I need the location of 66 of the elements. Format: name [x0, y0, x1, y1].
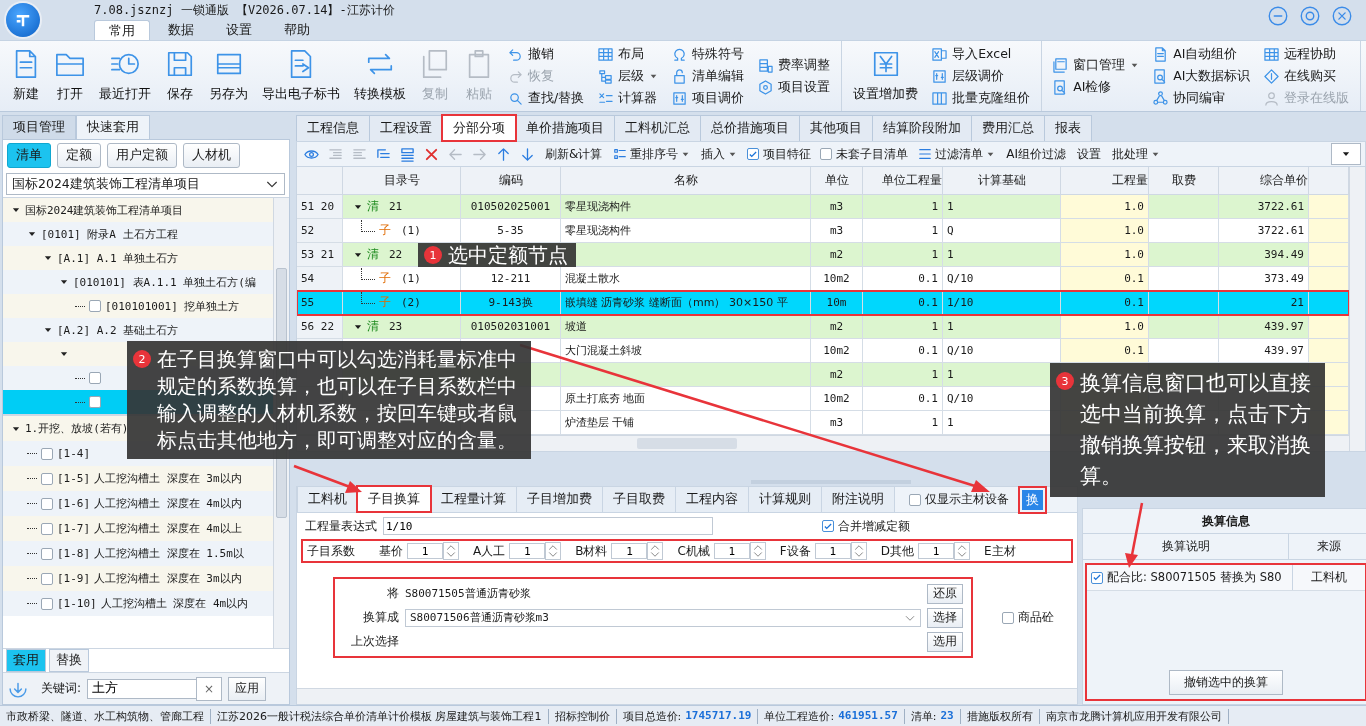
status-text: 单位工程造价: — [764, 708, 835, 724]
status-text: 市政桥梁、隧道、水工构筑物、管廊工程 — [6, 708, 204, 724]
table-cell: 嵌填缝 沥青砂浆 缝断面（mm） 30×150 平 — [561, 291, 811, 315]
table-cell: (1) — [401, 272, 421, 285]
status-text: 南京市龙腾计算机应用开发有限公司 — [1045, 708, 1222, 724]
checkbox-label: 商品砼 — [1018, 609, 1054, 626]
row-type-label: 子 — [379, 270, 391, 287]
field-label: 上次选择 — [350, 633, 399, 650]
row-type-label: 清 — [367, 198, 379, 215]
field-label: D其他 — [880, 542, 914, 560]
column-header: 来源 — [1316, 538, 1342, 555]
table-cell: 21 — [389, 200, 403, 213]
field-label: E主材 — [984, 542, 1016, 560]
status-value: 1745717.19 — [685, 708, 752, 724]
keyword-label: 关键词: — [41, 680, 82, 697]
row-type-label: 子 — [379, 222, 391, 239]
field-label: 将 — [386, 585, 399, 602]
table-cell: 配合比: S80071505 替换为 S80 — [1107, 570, 1282, 585]
table-cell: 1.0 — [1061, 315, 1149, 339]
field-label: B材料 — [575, 542, 608, 560]
table-cell: 1.0 — [1061, 219, 1149, 243]
row-number: 56 22 — [297, 315, 343, 339]
status-text: 江苏2026一般计税法综合单价清单计价模板 房屋建筑与装饰工程1 — [217, 708, 542, 724]
row-type-label: 清 — [367, 246, 379, 263]
number-badge: 2 — [133, 350, 151, 368]
table-cell: 22 — [389, 248, 403, 261]
table-cell: 0.1 — [1061, 339, 1149, 363]
checkbox-label: 未套子目清单 — [836, 145, 909, 163]
field-label: A人工 — [473, 542, 506, 560]
checkbox-label: 仅显示主材设备 — [925, 491, 1009, 508]
table-cell: 23 — [389, 320, 403, 333]
table-cell: 10m — [811, 291, 863, 315]
field-label: 基价 — [379, 542, 403, 560]
table-cell-text: 工料机 — [1310, 569, 1348, 586]
table-cell: 1.0 — [1061, 243, 1149, 267]
row-number: 51 20 — [297, 195, 343, 219]
number-badge: 1 — [424, 246, 442, 264]
row-number: 53 21 — [297, 243, 343, 267]
status-text: 措施版权所有 — [966, 708, 1033, 724]
row-number: 52 — [297, 219, 343, 243]
field-label: 换算成 — [362, 609, 399, 626]
checkbox-label: 合并增减定额 — [838, 517, 910, 535]
status-text: 清单: — [910, 708, 937, 724]
table-cell: 1.0 — [1061, 195, 1149, 219]
number-badge: 3 — [1056, 372, 1074, 390]
status-value: 461951.57 — [838, 708, 898, 724]
panel-title: 换算信息 — [1083, 509, 1366, 534]
row-type-label: 清 — [367, 318, 379, 335]
checkbox-label: 项目特征 — [763, 145, 812, 163]
table-cell: (1) — [401, 224, 421, 237]
field-label: F设备 — [779, 542, 811, 560]
window-title: 7.08.jsznzj 一锁通版 【V2026.07.14】-江苏计价 — [94, 2, 395, 19]
status-text: 项目总造价: — [622, 708, 682, 724]
material-name: S80071505普通沥青砂浆 — [405, 586, 532, 601]
table-cell: (2) — [401, 296, 421, 309]
field-label: C机械 — [677, 542, 710, 560]
field-label: 工程量表达式 — [305, 517, 377, 535]
row-type-label: 子 — [379, 294, 391, 311]
row-number: 54 — [297, 267, 343, 291]
table-cell: 0.1 — [1061, 267, 1149, 291]
coefficient-label: 子目系数 — [307, 542, 356, 560]
callout-text: 选中定额节点 — [448, 243, 568, 267]
table-cell: 9-143换 — [461, 291, 561, 315]
status-value: 23 — [940, 708, 954, 724]
table-cell: 0.1 — [863, 291, 943, 315]
status-text: 招标控制价 — [554, 708, 610, 724]
